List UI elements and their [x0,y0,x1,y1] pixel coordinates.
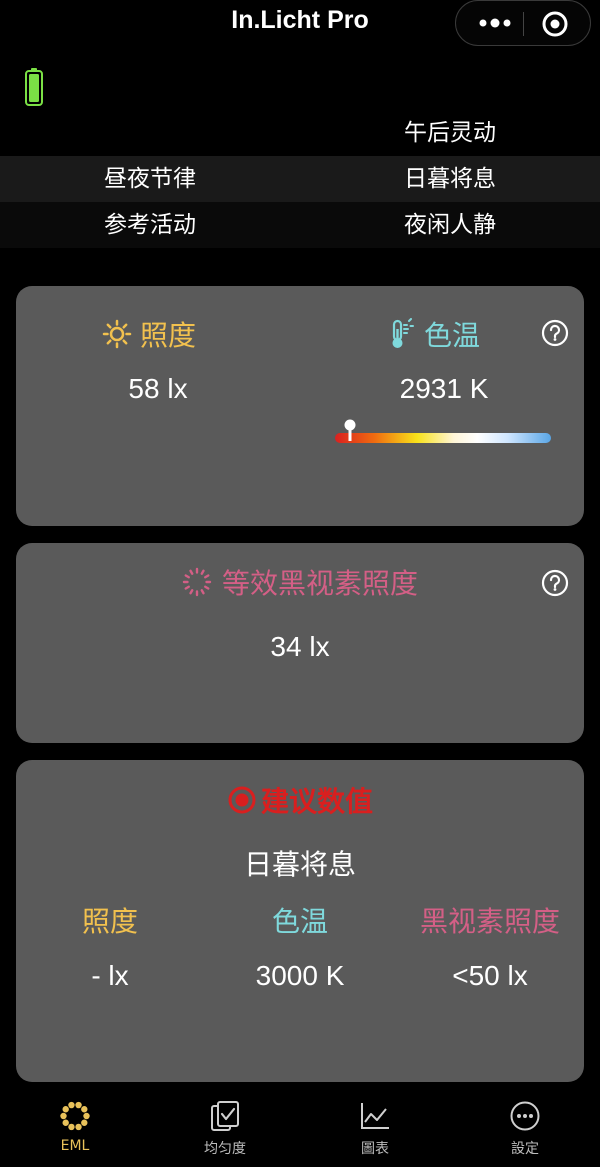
tab-chart[interactable]: 圖表 [300,1088,450,1167]
mode-row-1: 午后灵动 [0,110,600,156]
illuminance-label: 照度 [140,319,197,352]
app-header: In.Licht Pro [0,0,600,50]
rec-color-temp-label: 色温 [271,905,328,938]
eml-title-group: 等效黑视素照度 [0,562,600,602]
battery-full-icon [25,68,43,106]
bottom-tab-bar: EML 均匀度 圖表 設定 [0,1088,600,1167]
rec-eml-label: 黑视素照度 [419,905,560,938]
ring-dots-icon [60,1101,90,1131]
mode-option-dusk[interactable]: 日暮将息 [300,156,600,202]
rec-color-temp-value: 3000 K [255,960,345,991]
color-temp-label-group: 色温 [388,316,480,352]
mode-category-circadian[interactable]: 昼夜节律 [0,156,300,202]
mode-row-3: 参考活动 夜闲人静 [0,202,600,248]
recommendation-title: 建议数值 [260,785,373,818]
more-dots-icon[interactable] [478,13,512,33]
dotted-ring-icon [182,567,212,597]
line-chart-icon [361,1103,389,1129]
target-icon[interactable] [542,11,568,37]
eml-label: 等效黑视素照度 [221,567,418,600]
help-circle-icon[interactable] [541,319,569,347]
sun-icon [102,319,132,349]
recommendation-mode: 日暮将息 [243,848,356,881]
doc-check-icon [211,1101,239,1131]
color-temp-value: 2931 K [399,373,489,404]
capsule-divider [523,12,524,36]
mode-category-activity[interactable]: 参考活动 [0,202,300,248]
tab-eml-label: EML [60,1138,90,1154]
mode-row-2: 昼夜节律 日暮将息 [0,156,600,202]
tab-settings[interactable]: 設定 [450,1088,600,1167]
ellipsis-circle-icon [510,1101,540,1131]
recommend-ring-icon [228,786,256,814]
tab-settings-label: 設定 [511,1141,539,1157]
illuminance-label-group: 照度 [102,316,196,352]
rec-illuminance-label: 照度 [81,905,138,938]
rec-eml-value: <50 lx [452,960,528,991]
tab-uniformity[interactable]: 均匀度 [150,1088,300,1167]
tab-uniformity-label: 均匀度 [204,1141,246,1157]
mode-option-night[interactable]: 夜闲人静 [300,202,600,248]
illuminance-value: 58 lx [128,373,188,404]
tab-chart-label: 圖表 [361,1141,389,1157]
rec-illuminance-value: - lx [91,960,129,991]
mini-program-capsule [455,0,591,46]
tab-eml[interactable]: EML [0,1088,150,1167]
color-temp-marker [344,419,356,441]
color-temp-scale-bar [335,433,551,443]
mode-option-afternoon[interactable]: 午后灵动 [300,110,600,156]
help-circle-icon[interactable] [541,569,569,597]
recommendation-title-group: 建议数值 [0,780,600,820]
eml-value: 34 lx [270,631,330,662]
thermometer-icon [392,318,414,348]
color-temp-label: 色温 [424,319,481,352]
